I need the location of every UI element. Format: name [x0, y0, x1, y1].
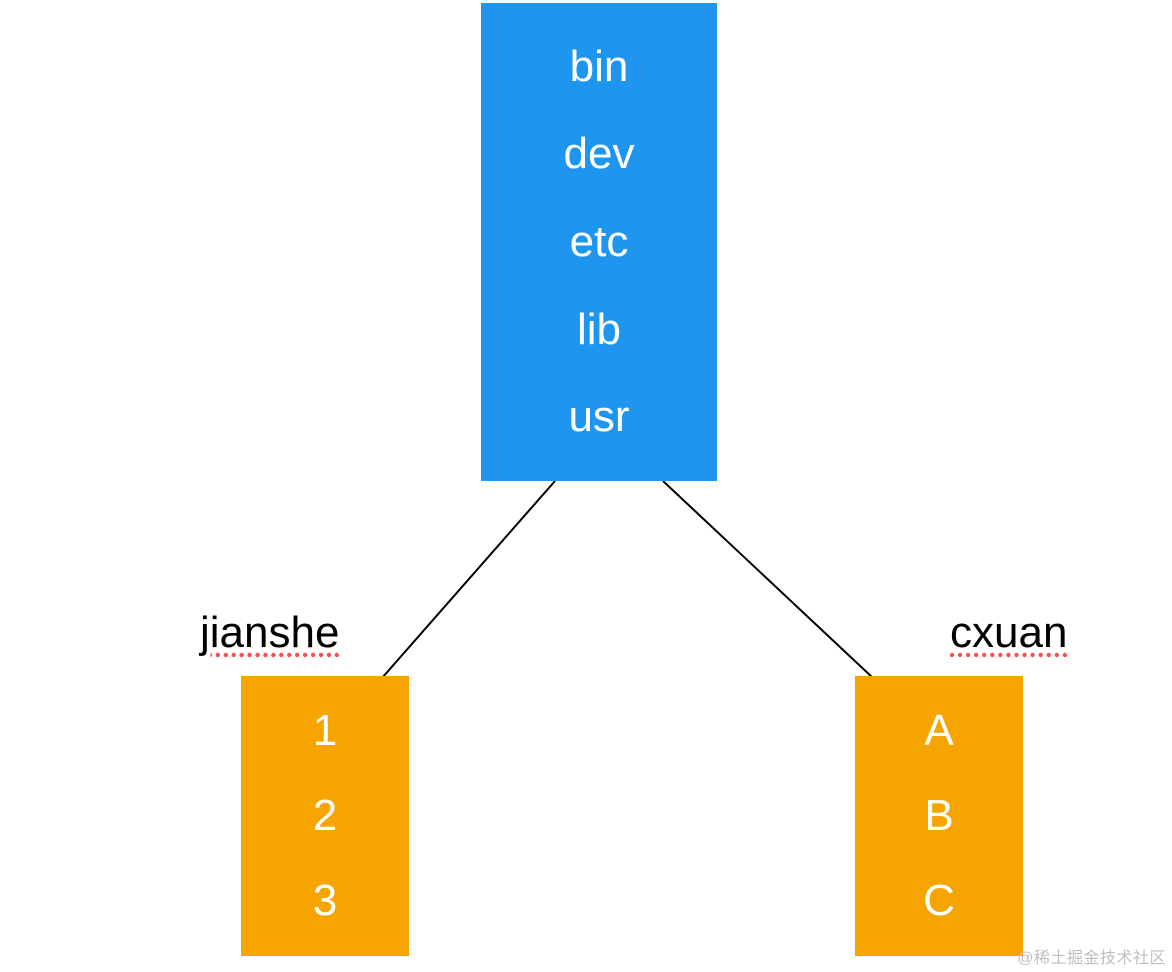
right-child-box: A B C [855, 676, 1023, 956]
left-item: 1 [313, 706, 337, 756]
root-item: bin [570, 42, 629, 92]
left-item: 2 [313, 791, 337, 841]
connector-right [663, 481, 873, 678]
watermark-text: @稀土掘金技术社区 [1017, 944, 1166, 968]
left-child-box: 1 2 3 [241, 676, 409, 956]
root-item: dev [564, 129, 635, 179]
right-child-label: cxuan [950, 608, 1067, 658]
right-item: B [924, 791, 953, 841]
left-item: 3 [313, 876, 337, 926]
right-item: A [924, 706, 953, 756]
right-item: C [923, 876, 955, 926]
root-item: usr [568, 392, 629, 442]
root-item: etc [570, 217, 629, 267]
root-directory-box: bin dev etc lib usr [481, 3, 717, 481]
connector-left [382, 481, 555, 678]
left-child-label: jianshe [200, 608, 339, 658]
root-item: lib [577, 305, 621, 355]
